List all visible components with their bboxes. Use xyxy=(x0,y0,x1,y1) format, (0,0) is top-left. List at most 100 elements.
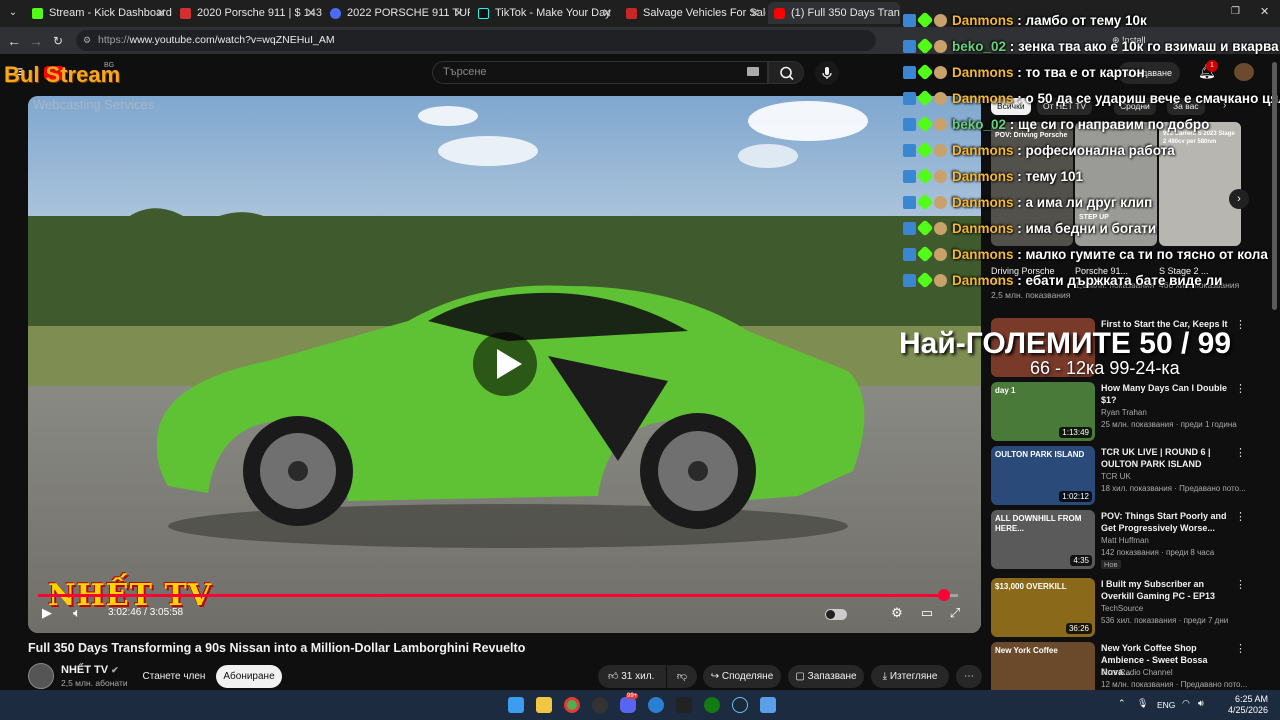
video-thumbnail[interactable]: day 1 1:13:49 xyxy=(991,382,1095,441)
file-explorer-icon[interactable] xyxy=(536,697,552,713)
miniplayer-icon[interactable]: ▭ xyxy=(918,604,936,622)
video-player[interactable]: NHẾT TV ▶ 🔈︎ 3:02:46 / 3:05:58 ⚙ ▭ ⤢ xyxy=(28,96,981,633)
chat-username: Danmons xyxy=(952,194,1014,210)
chat-text: то тва е от картон xyxy=(1025,64,1145,80)
browser-tab[interactable]: 2022 PORSCHE 911 TURBO | Er✕ xyxy=(324,2,470,24)
video-progress-bar[interactable] xyxy=(38,589,958,601)
recommended-video[interactable]: $13,000 OVERKILL 36:26 I Built my Subscrib… xyxy=(991,578,1246,638)
play-small-icon[interactable]: ▶ xyxy=(38,604,56,622)
save-label: Запазване xyxy=(807,671,857,682)
back-arrow-icon[interactable]: ← xyxy=(5,32,23,50)
reload-icon[interactable]: ↻ xyxy=(49,32,67,50)
volume-icon[interactable]: 🔈︎ xyxy=(68,604,86,622)
xbox-icon[interactable] xyxy=(704,697,720,713)
language-indicator[interactable]: ENG xyxy=(1157,700,1175,710)
chat-message: Danmons : а има ли друг клип xyxy=(903,190,1152,214)
edge-icon[interactable] xyxy=(648,697,664,713)
browser-tab[interactable]: Stream - Kick Dashboard ✕ xyxy=(26,2,172,24)
fullscreen-icon[interactable]: ⤢ xyxy=(946,604,964,622)
epic-games-icon[interactable] xyxy=(676,697,692,713)
more-options-icon[interactable]: ⋮ xyxy=(1235,510,1246,523)
more-actions-button[interactable]: ⋯ xyxy=(956,665,982,688)
app-icon[interactable] xyxy=(760,697,776,713)
rec-title[interactable]: POV: Things Start Poorly and Get Progres… xyxy=(1101,510,1231,534)
channel-name[interactable]: NHẾT TV ✔ xyxy=(61,664,119,676)
channel-avatar[interactable] xyxy=(28,663,54,689)
video-thumbnail[interactable]: $13,000 OVERKILL 36:26 xyxy=(991,578,1095,637)
wifi-icon[interactable]: ◠ xyxy=(1182,698,1190,709)
speaker-icon[interactable]: 🔊︎ xyxy=(1198,698,1204,709)
badge-icon xyxy=(903,195,916,209)
browser-tab[interactable]: Salvage Vehicles For Sale | IAA✕ xyxy=(620,2,766,24)
autoplay-toggle[interactable] xyxy=(825,609,847,620)
rec-channel[interactable]: Matt Huffman xyxy=(1101,536,1149,545)
like-button[interactable]: 👍︎ 31 хил. xyxy=(598,665,666,688)
site-info-icon[interactable]: ⚙ xyxy=(83,30,91,51)
badge-icon xyxy=(903,273,916,287)
tab-close-icon[interactable]: ✕ xyxy=(750,6,760,20)
tab-close-icon[interactable]: ✕ xyxy=(602,6,612,20)
chrome-icon[interactable] xyxy=(564,697,580,713)
kick-badge-icon xyxy=(916,219,934,237)
github-icon[interactable] xyxy=(592,697,608,713)
tray-chevron-icon[interactable]: ⌃ xyxy=(1118,698,1126,709)
chat-text: зенка тва ако е 10к го взимаш и вкарва xyxy=(1018,38,1279,54)
rec-title[interactable]: I Built my Subscriber an Overkill Gaming… xyxy=(1101,578,1231,602)
more-options-icon[interactable]: ⋮ xyxy=(1235,382,1246,395)
subscribe-button[interactable]: Абониране xyxy=(216,665,282,688)
more-options-icon[interactable]: ⋮ xyxy=(1235,642,1246,655)
recommended-video[interactable]: ALL DOWNHILL FROM HERE... 4:35 POV: Things… xyxy=(991,510,1246,570)
join-button[interactable]: Станете член xyxy=(138,665,210,688)
chat-separator: : xyxy=(1013,220,1026,236)
tab-close-icon[interactable]: ✕ xyxy=(156,6,166,20)
page-scrollbar[interactable] xyxy=(1272,62,1277,310)
video-thumbnail[interactable]: OULTON PARK ISLAND 1:02:12 xyxy=(991,446,1095,505)
chat-message: Danmons : ебати държката бате виде ли xyxy=(903,268,1222,292)
browser-tab[interactable]: 2020 Porsche 911 | $ 143,898 |✕ xyxy=(174,2,322,24)
rec-channel[interactable]: Ryan Trahan xyxy=(1101,408,1147,417)
more-options-icon[interactable]: ⋮ xyxy=(1235,318,1246,331)
steam-icon[interactable] xyxy=(732,697,748,713)
chat-username: Danmons xyxy=(952,168,1014,184)
chat-username: Danmons xyxy=(952,272,1014,288)
keyboard-icon[interactable] xyxy=(747,67,759,76)
avatar-badge-icon xyxy=(934,13,947,27)
browser-tab-active[interactable]: (1) Full 350 Days Transform xyxy=(768,2,900,24)
youtube-favicon-icon xyxy=(774,7,785,19)
rec-channel[interactable]: TCR UK xyxy=(1101,472,1131,481)
badge-icon xyxy=(903,65,916,79)
clock-time: 6:25 AM xyxy=(1234,694,1268,704)
recommended-video[interactable]: OULTON PARK ISLAND 1:02:12 TCR UK LIVE | R… xyxy=(991,446,1246,506)
tab-label: Salvage Vehicles For Sale | IAA xyxy=(643,7,766,19)
microphone-tray-icon[interactable]: 🎙︎ xyxy=(1137,698,1148,709)
tab-search-button[interactable]: ⌄ xyxy=(5,5,21,21)
share-button[interactable]: ↪ Споделяне xyxy=(703,665,781,688)
browser-tab[interactable]: TikTok - Make Your Day ✕ xyxy=(472,2,618,24)
recommended-video[interactable]: day 1 1:13:49 How Many Days Can I Double $… xyxy=(991,382,1246,442)
rec-channel[interactable]: Jazz Radio Channel xyxy=(1101,668,1173,677)
video-thumbnail[interactable]: ALL DOWNHILL FROM HERE... 4:35 xyxy=(991,510,1095,569)
voice-search-button[interactable] xyxy=(815,61,839,85)
address-bar[interactable]: ⚙ https://www.youtube.com/watch?v=wqZNEH… xyxy=(76,30,876,51)
play-button[interactable] xyxy=(473,332,537,396)
rec-meta: 142 показвания · преди 8 часа xyxy=(1101,548,1215,557)
rec-title[interactable]: TCR UK LIVE | ROUND 6 | OULTON PARK ISLA… xyxy=(1101,446,1231,470)
dislike-button[interactable]: 👎︎ xyxy=(667,665,697,688)
forward-arrow-icon[interactable]: → xyxy=(27,32,45,50)
discord-icon[interactable] xyxy=(620,697,636,713)
search-button[interactable] xyxy=(768,61,804,84)
badge-icon xyxy=(903,247,916,261)
search-input[interactable]: Търсене xyxy=(432,61,768,84)
save-button[interactable]: ▢ Запазване xyxy=(788,665,864,688)
video-treeline xyxy=(28,208,981,256)
settings-gear-icon[interactable]: ⚙ xyxy=(888,604,906,622)
rec-title[interactable]: How Many Days Can I Double $1? xyxy=(1101,382,1231,406)
rec-channel[interactable]: TechSource xyxy=(1101,604,1143,613)
system-clock[interactable]: 6:25 AM 4/25/2026 xyxy=(1228,694,1268,716)
tab-close-icon[interactable]: ✕ xyxy=(454,6,464,20)
download-button[interactable]: ⤓ Изтегляне xyxy=(871,665,949,688)
tab-close-icon[interactable]: ✕ xyxy=(306,6,316,20)
more-options-icon[interactable]: ⋮ xyxy=(1235,446,1246,459)
more-options-icon[interactable]: ⋮ xyxy=(1235,578,1246,591)
windows-start-icon[interactable] xyxy=(508,697,524,713)
